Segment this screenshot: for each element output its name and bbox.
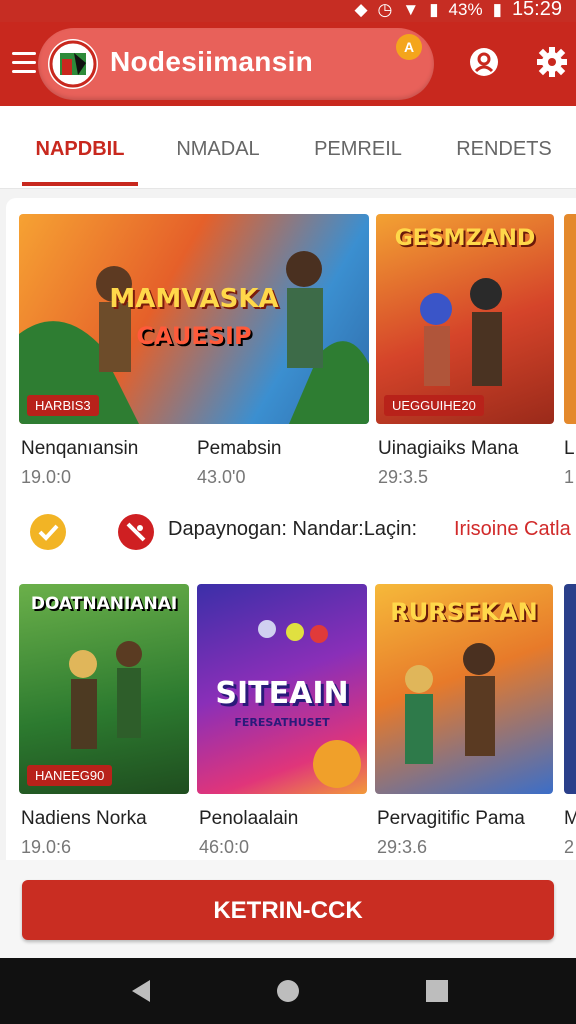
notification-badge[interactable]: A xyxy=(396,34,422,60)
game-price: 19.0:0 xyxy=(21,467,72,487)
game-thumbnail[interactable]: SITEAIN FERESATHUSET xyxy=(197,584,367,794)
game-banner-title: MAMVASKA xyxy=(109,284,279,314)
game-grid: MAMVASKA CAUESIP HARBIS3 Nenqanıansin 19… xyxy=(6,198,576,860)
app-logo xyxy=(48,39,98,89)
game-title: Pemabsin xyxy=(197,438,282,459)
game-thumbnail[interactable] xyxy=(564,584,576,794)
active-tab-indicator xyxy=(22,182,138,186)
game-card[interactable]: SITEAIN FERESATHUSET Penolaalain 46:0:0 xyxy=(197,584,367,858)
game-banner-subtitle: CAUESIP xyxy=(136,322,252,350)
tab-rendets[interactable]: RENDETS xyxy=(444,106,564,188)
game-price: 29:3.6 xyxy=(377,837,428,857)
no-tag-icon[interactable] xyxy=(118,514,154,550)
game-card-partial[interactable]: L 1 xyxy=(564,214,576,488)
game-card[interactable]: MAMVASKA CAUESIP HARBIS3 Nenqanıansin 19… xyxy=(19,214,369,487)
game-tag: UEGGUIHE20 xyxy=(384,395,484,416)
promo-link[interactable]: Irisoine Catla xyxy=(454,518,571,541)
game-price: 46:0:0 xyxy=(199,837,250,857)
game-card[interactable]: DOATNANIANAI HANEEG90 Nadiens Norka 19.0… xyxy=(19,584,189,858)
bottom-action-area: KETRIN-CCK xyxy=(0,860,576,958)
game-thumbnail[interactable] xyxy=(564,214,576,424)
tab-nmadal[interactable]: NMADAL xyxy=(158,106,278,188)
alarm-icon: ◷ xyxy=(377,0,393,19)
game-title: Uinagiaiks Mana xyxy=(378,438,519,459)
app-name: Nodesiimansin xyxy=(110,46,314,77)
game-title: Nenqanıansin xyxy=(21,438,139,459)
check-icon[interactable] xyxy=(30,514,66,550)
promo-text: Dapaynogan: Nandar:Laçin: xyxy=(168,518,418,540)
home-icon[interactable] xyxy=(275,978,301,1004)
game-price: 43.0'0 xyxy=(197,467,246,487)
game-tag: HANEEG90 xyxy=(27,765,113,786)
game-thumbnail[interactable]: DOATNANIANAI HANEEG90 xyxy=(19,584,189,794)
game-card[interactable]: GESMZAND UEGGUIHE20 Uinagiaiks Mana 29:3… xyxy=(376,214,554,488)
tab-pemreil[interactable]: PEMREIL xyxy=(298,106,418,188)
game-tag: HARBIS3 xyxy=(27,395,99,416)
app-title-pill[interactable]: Nodesiimansin A xyxy=(38,28,434,100)
game-banner-title: DOATNANIANAI xyxy=(30,594,178,614)
tab-napdbil[interactable]: NAPDBIL xyxy=(22,106,138,188)
nfc-icon: ◆ xyxy=(354,0,368,19)
wifi-icon: ▼ xyxy=(402,0,420,19)
back-icon[interactable] xyxy=(128,978,154,1004)
game-price: 19.0:6 xyxy=(21,837,72,857)
game-thumbnail[interactable]: GESMZAND UEGGUIHE20 xyxy=(376,214,554,424)
game-thumbnail[interactable]: RURSEKAN xyxy=(375,584,553,794)
game-banner-title: GESMZAND xyxy=(394,226,536,251)
game-banner-title: RURSEKAN xyxy=(390,598,538,626)
recents-icon[interactable] xyxy=(424,978,450,1004)
battery-icon: ▮ xyxy=(492,0,502,19)
game-title: Pervagitific Pama xyxy=(377,808,525,829)
account-icon[interactable] xyxy=(468,46,500,78)
promo-row: Dapaynogan: Nandar:Laçin: Irisoine Catla xyxy=(6,506,576,556)
system-nav-bar xyxy=(0,958,576,1024)
battery-percent: 43% xyxy=(448,0,483,19)
game-title: Penolaalain xyxy=(199,808,299,829)
settings-icon[interactable] xyxy=(536,46,568,78)
game-thumbnail[interactable]: MAMVASKA CAUESIP HARBIS3 xyxy=(19,214,369,424)
game-price: 2 xyxy=(564,837,575,857)
status-bar: ◆ ◷ ▼ ▮ 43% ▮ 15:29 xyxy=(0,0,576,22)
game-card[interactable]: RURSEKAN Pervagitific Pama 29:3.6 xyxy=(375,584,553,858)
game-price: 29:3.5 xyxy=(378,467,429,487)
game-title: Nadiens Norka xyxy=(21,808,147,829)
game-title: L xyxy=(564,438,575,459)
game-title: M xyxy=(564,808,576,829)
game-price: 1 xyxy=(564,467,575,487)
category-tabs: NAPDBIL NMADAL PEMREIL RENDETS xyxy=(0,106,576,189)
game-card-partial[interactable]: M 2 xyxy=(564,584,576,858)
clock: 15:29 xyxy=(511,0,562,20)
primary-cta-button[interactable]: KETRIN-CCK xyxy=(22,880,554,940)
signal-icon: ▮ xyxy=(429,0,439,19)
menu-icon[interactable] xyxy=(12,52,36,74)
app-bar: Nodesiimansin A xyxy=(0,22,576,106)
game-banner-subtitle: FERESATHUSET xyxy=(234,716,330,729)
game-banner-title: SITEAIN xyxy=(215,676,349,711)
